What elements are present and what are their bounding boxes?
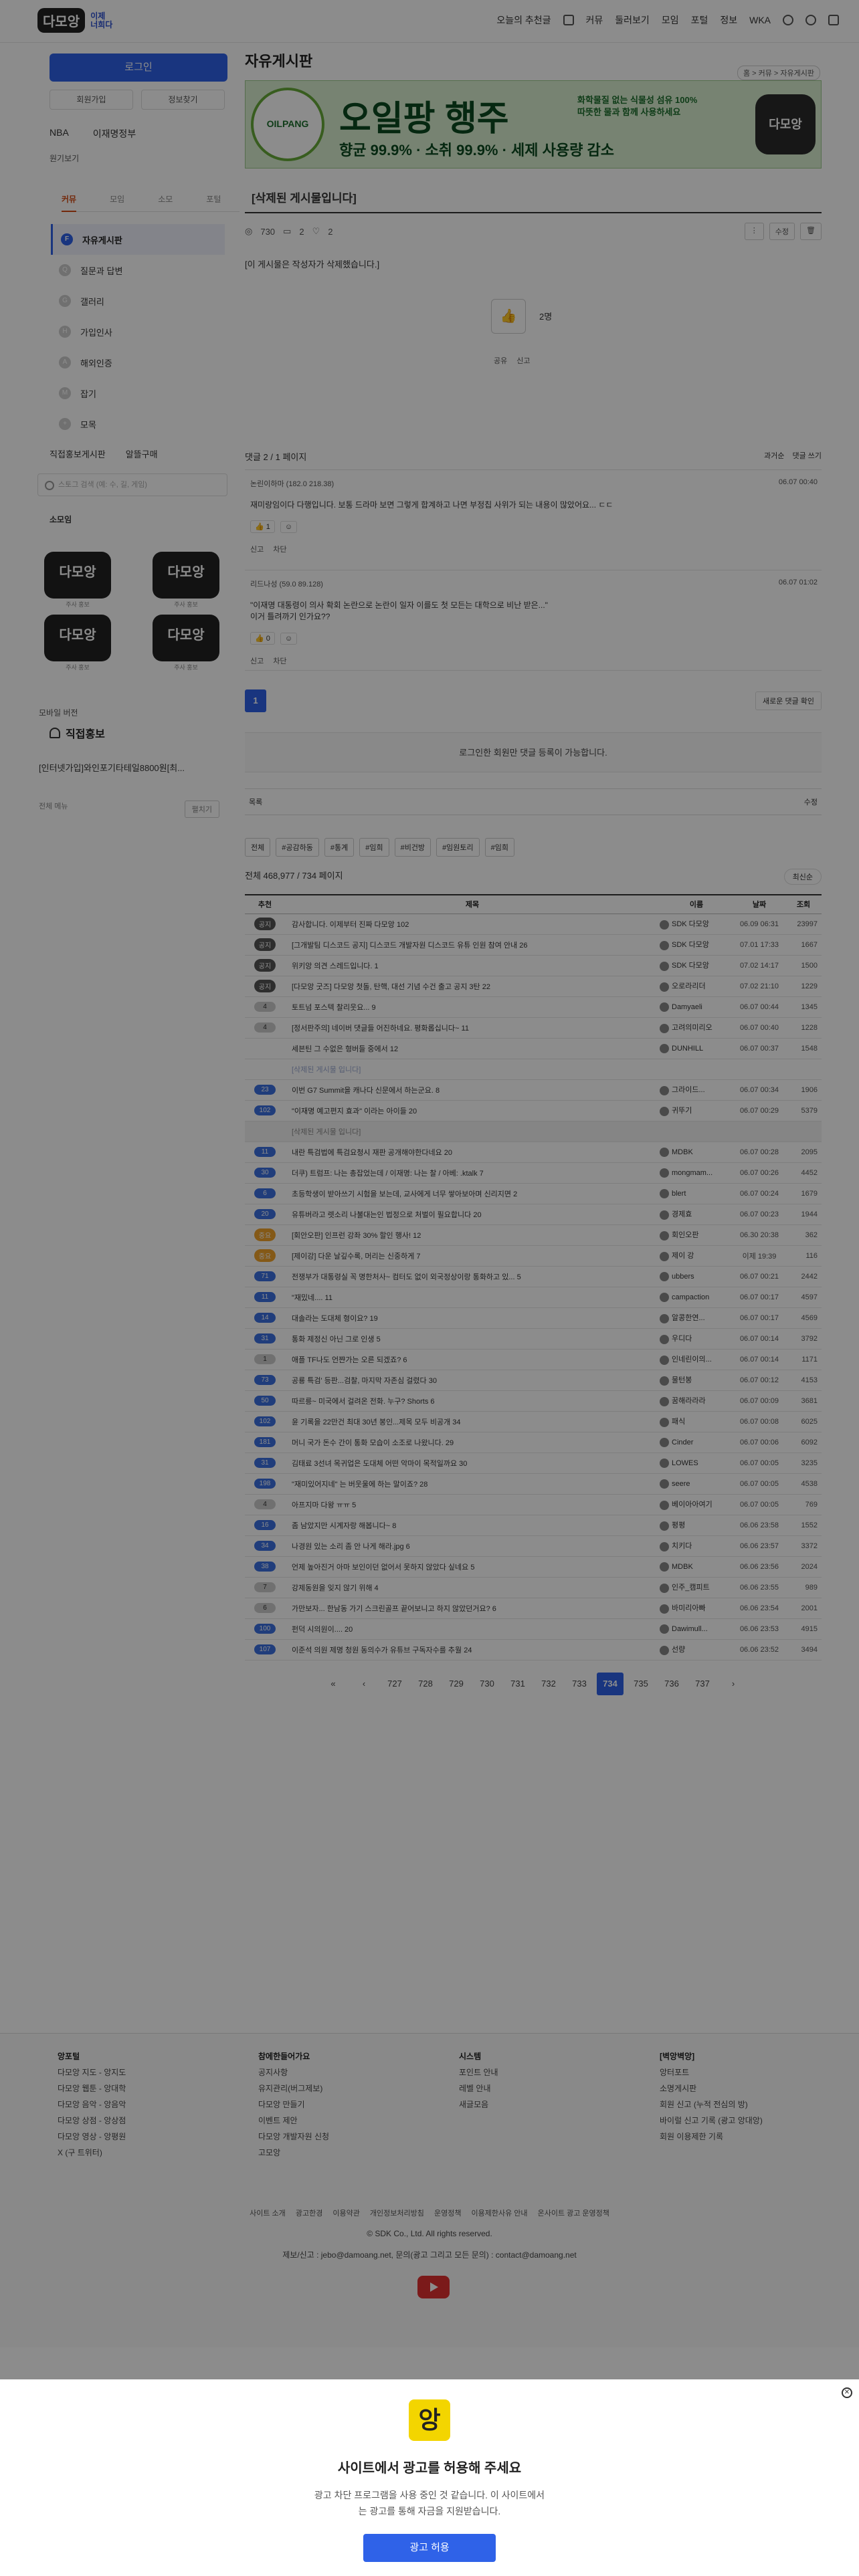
adblock-modal: ✕ 앙 사이트에서 광고를 허용해 주세요 광고 차단 프로그램을 사용 중인 … bbox=[0, 2379, 859, 2576]
allow-ads-button[interactable]: 광고 허용 bbox=[363, 2534, 496, 2562]
modal-title: 사이트에서 광고를 허용해 주세요 bbox=[337, 2461, 522, 2476]
close-icon[interactable]: ✕ bbox=[842, 2387, 852, 2398]
modal-overlay bbox=[0, 0, 859, 2576]
modal-text: 광고 차단 프로그램을 사용 중인 것 같습니다. 이 사이트에서 는 광고를 … bbox=[314, 2490, 545, 2516]
site-mascot-icon: 앙 bbox=[409, 2399, 450, 2441]
